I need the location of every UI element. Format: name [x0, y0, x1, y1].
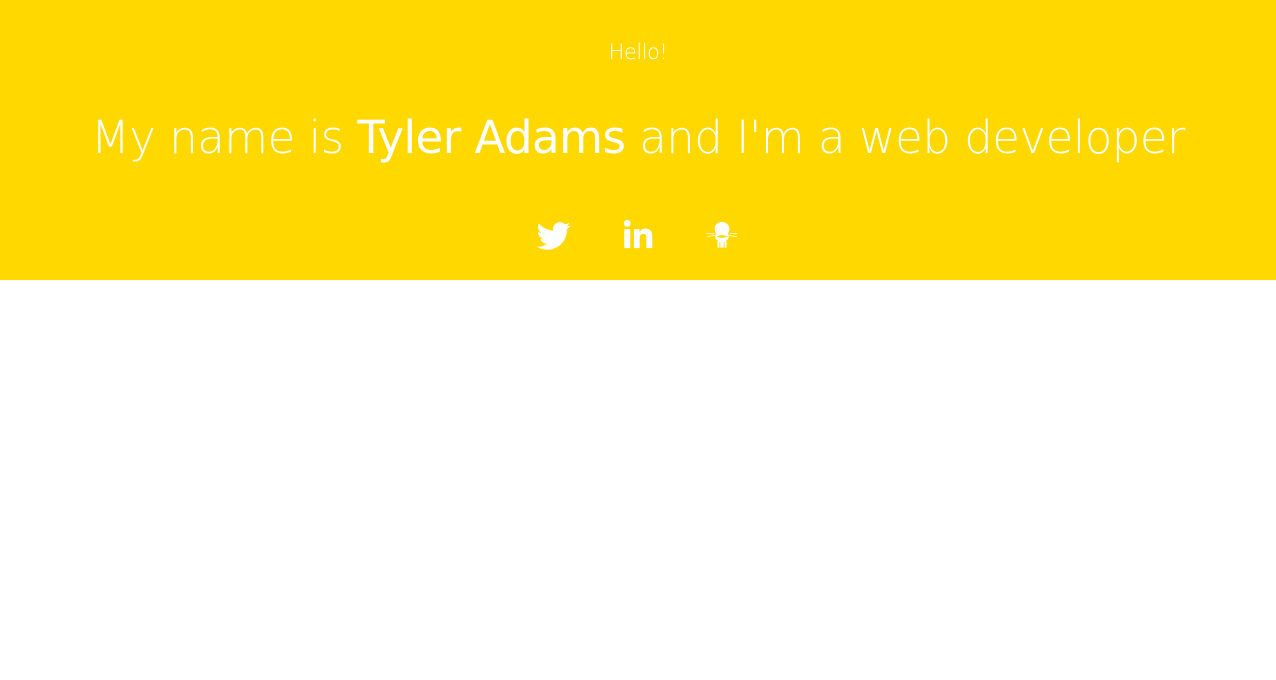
- content-area: [0, 280, 1276, 680]
- linkedin-link[interactable]: [621, 216, 655, 252]
- headline-name: Tyler Adams: [357, 111, 626, 164]
- greeting-text: Hello!: [608, 40, 668, 64]
- github-link[interactable]: [705, 216, 739, 252]
- headline: My name is Tyler Adams and I'm a web dev…: [0, 108, 1276, 168]
- headline-prefix: My name is: [90, 111, 358, 164]
- twitter-link[interactable]: [537, 216, 571, 252]
- hero-banner: Hello! My name is Tyler Adams and I'm a …: [0, 0, 1276, 280]
- linkedin-icon: [623, 219, 653, 249]
- github-icon: [706, 221, 738, 248]
- twitter-icon: [537, 222, 571, 250]
- social-links: [0, 216, 1276, 256]
- headline-suffix: and I'm a web developer: [625, 111, 1186, 164]
